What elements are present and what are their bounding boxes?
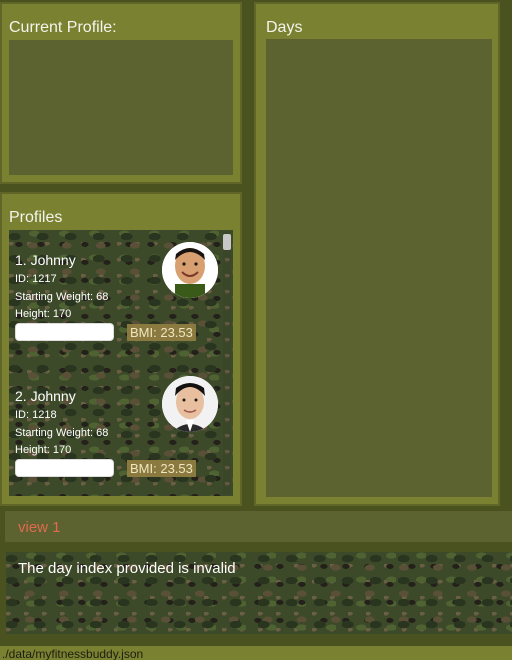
profile-id: ID: 1218	[15, 409, 57, 421]
profiles-panel: Profiles 1. Johnny ID: 1217 Starting Wei…	[0, 192, 242, 506]
days-list[interactable]	[266, 39, 492, 497]
command-text: view 1	[18, 519, 61, 536]
current-profile-content	[9, 40, 233, 175]
profile-height: Height: 170	[15, 308, 72, 320]
days-title: Days	[266, 19, 303, 36]
result-text: The day index provided is invalid	[18, 560, 236, 577]
status-bar-path: ./data/myfitnessbuddy.json	[2, 647, 144, 660]
status-bar: ./data/myfitnessbuddy.json	[0, 646, 512, 660]
profile-bmi-badge: BMI: 23.53	[127, 324, 196, 341]
profile-name: 1. Johnny	[15, 252, 76, 268]
days-panel: Days	[254, 2, 500, 506]
profile-bmi-bar	[15, 459, 114, 477]
profile-photo-1-icon	[162, 242, 218, 298]
scroll-thumb[interactable]	[223, 234, 231, 250]
profile-bmi-badge: BMI: 23.53	[127, 460, 196, 477]
profile-bmi-bar	[15, 323, 114, 341]
profile-list-scrollbar[interactable]	[223, 232, 231, 494]
current-profile-title: Current Profile:	[9, 19, 117, 36]
profile-photo-2-icon	[162, 376, 218, 432]
profile-height: Height: 170	[15, 444, 72, 456]
command-input[interactable]: view 1	[4, 510, 512, 542]
profile-id: ID: 1217	[15, 273, 57, 285]
profile-card[interactable]: 1. Johnny ID: 1217 Starting Weight: 68 H…	[9, 230, 219, 360]
result-display: The day index provided is invalid	[6, 552, 512, 634]
current-profile-panel: Current Profile:	[0, 2, 242, 184]
profiles-title: Profiles	[9, 209, 63, 226]
profile-name: 2. Johnny	[15, 388, 76, 404]
avatar	[162, 376, 218, 432]
profile-card[interactable]: 2. Johnny ID: 1218 Starting Weight: 68 H…	[9, 366, 219, 496]
profile-starting-weight: Starting Weight: 68	[15, 291, 109, 303]
profile-list[interactable]: 1. Johnny ID: 1217 Starting Weight: 68 H…	[9, 230, 233, 496]
profile-starting-weight: Starting Weight: 68	[15, 427, 109, 439]
avatar	[162, 242, 218, 298]
